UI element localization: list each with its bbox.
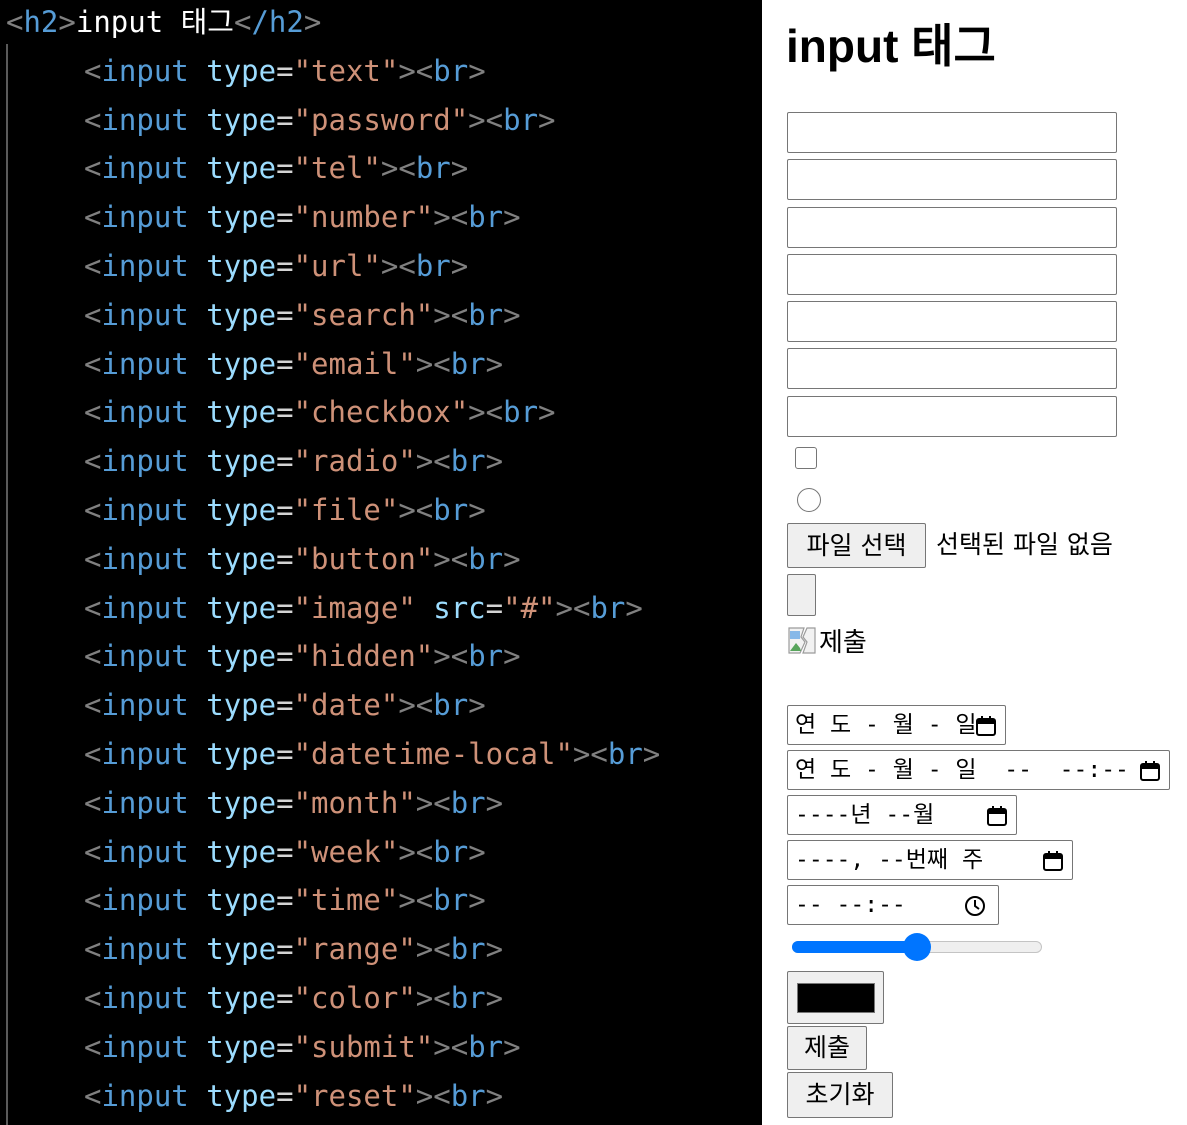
url-input[interactable]: [787, 301, 1117, 342]
code-line-input-password: <input type="password"><br>: [84, 103, 556, 137]
code-line-input-month: <input type="month"><br>: [84, 786, 504, 820]
checkbox-input[interactable]: [795, 447, 817, 469]
date-input[interactable]: 연 도 - 월 - 일: [787, 705, 1006, 745]
code-line-input-time: <input type="time"><br>: [84, 883, 486, 917]
indent-guide: [6, 44, 8, 1125]
email-input[interactable]: [787, 396, 1117, 437]
time-input[interactable]: -- --:--: [787, 885, 999, 925]
tel-input[interactable]: [787, 207, 1117, 248]
clock-icon[interactable]: [964, 895, 986, 917]
broken-image-icon: [787, 625, 817, 655]
week-placeholder: ----, --번째 주: [795, 847, 984, 873]
file-choose-button[interactable]: 파일 선택: [787, 523, 926, 568]
image-submit-input[interactable]: 제출: [787, 622, 867, 658]
page-title: input 태그: [786, 20, 996, 72]
color-swatch: [797, 983, 875, 1013]
week-input[interactable]: ----, --번째 주: [787, 840, 1073, 880]
code-line-input-url: <input type="url"><br>: [84, 249, 469, 283]
code-line-input-tel: <input type="tel"><br>: [84, 151, 469, 185]
text-input[interactable]: [787, 112, 1117, 153]
code-line-input-image: <input type="image" src="#"><br>: [84, 591, 643, 625]
code-line-input-datetime-local: <input type="datetime-local"><br>: [84, 737, 661, 771]
code-line-input-reset: <input type="reset"><br>: [84, 1079, 504, 1113]
calendar-icon[interactable]: [975, 715, 997, 737]
image-alt-text: 제출: [819, 627, 867, 658]
code-line-input-date: <input type="date"><br>: [84, 688, 486, 722]
code-line-input-color: <input type="color"><br>: [84, 981, 504, 1015]
file-status-text: 선택된 파일 없음: [936, 530, 1113, 559]
code-editor: <h2>input 태그</h2> <input type="text"><br…: [0, 0, 762, 1125]
time-placeholder: -- --:--: [795, 892, 906, 918]
month-input[interactable]: ----년 --월: [787, 795, 1017, 835]
code-line-input-number: <input type="number"><br>: [84, 200, 521, 234]
color-picker[interactable]: [787, 971, 884, 1024]
code-line-input-hidden: <input type="hidden"><br>: [84, 639, 521, 673]
submit-button[interactable]: 제출: [787, 1026, 867, 1070]
code-line-input-submit: <input type="submit"><br>: [84, 1030, 521, 1064]
code-line-heading: <h2>input 태그</h2>: [6, 5, 322, 39]
empty-button[interactable]: [787, 574, 816, 616]
datetime-placeholder: 연 도 - 월 - 일 -- --:--: [795, 757, 1129, 783]
calendar-icon[interactable]: [1139, 760, 1161, 782]
reset-button[interactable]: 초기화: [787, 1072, 893, 1118]
code-line-input-week: <input type="week"><br>: [84, 835, 486, 869]
password-input[interactable]: [787, 159, 1117, 200]
code-line-input-checkbox: <input type="checkbox"><br>: [84, 395, 556, 429]
radio-input[interactable]: [797, 488, 821, 512]
datetime-local-input[interactable]: 연 도 - 월 - 일 -- --:--: [787, 750, 1170, 790]
code-line-input-radio: <input type="radio"><br>: [84, 444, 504, 478]
code-line-input-file: <input type="file"><br>: [84, 493, 486, 527]
code-line-input-email: <input type="email"><br>: [84, 347, 504, 381]
range-slider[interactable]: [792, 930, 1042, 964]
calendar-icon[interactable]: [986, 805, 1008, 827]
code-line-input-button: <input type="button"><br>: [84, 542, 521, 576]
calendar-icon[interactable]: [1042, 850, 1064, 872]
month-placeholder: ----년 --월: [795, 802, 935, 828]
range-fill: [792, 941, 917, 953]
code-line-input-search: <input type="search"><br>: [84, 298, 521, 332]
code-line-input-text: <input type="text"><br>: [84, 54, 486, 88]
range-thumb[interactable]: [903, 933, 931, 961]
date-placeholder: 연 도 - 월 - 일: [795, 712, 977, 738]
number-input[interactable]: [787, 254, 1117, 295]
code-line-input-range: <input type="range"><br>: [84, 932, 504, 966]
search-input[interactable]: [787, 348, 1117, 389]
browser-preview: input 태그 파일 선택 선택된 파일 없음 제출 연 도 - 월 - 일 …: [762, 0, 1187, 1125]
